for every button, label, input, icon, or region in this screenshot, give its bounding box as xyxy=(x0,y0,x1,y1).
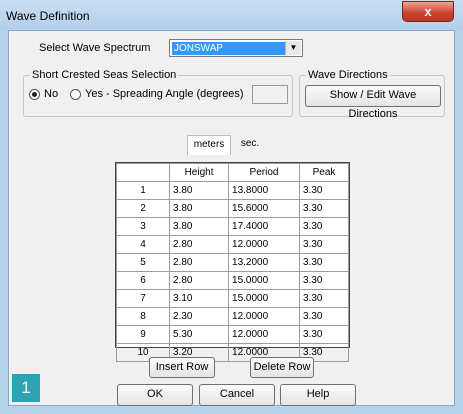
row-number-cell: 3 xyxy=(116,217,170,236)
height-cell[interactable]: 2.30 xyxy=(168,307,230,326)
ok-button[interactable]: OK xyxy=(117,384,193,406)
peak-cell[interactable]: 3.30 xyxy=(298,271,350,290)
row-number-cell: 9 xyxy=(116,325,170,344)
table-row[interactable]: 5 2.80 13.2000 3.30 xyxy=(116,253,350,272)
row-number-cell: 8 xyxy=(116,307,170,326)
peak-cell[interactable]: 3.30 xyxy=(298,253,350,272)
table-row[interactable]: 7 3.10 15.0000 3.30 xyxy=(116,289,350,308)
close-button[interactable]: x xyxy=(402,1,454,22)
table-row[interactable]: 2 3.80 15.6000 3.30 xyxy=(116,199,350,218)
window-title: Wave Definition xyxy=(6,9,90,23)
peak-cell[interactable]: 3.30 xyxy=(298,325,350,344)
period-cell[interactable]: 17.4000 xyxy=(228,217,300,236)
step-badge: 1 xyxy=(12,374,40,402)
wave-table: Height Period Peak 1 3.80 13.8000 3.30 2 3.80… xyxy=(115,162,350,362)
spectrum-value: JONSWAP xyxy=(172,42,288,55)
header-period[interactable]: Period xyxy=(228,163,300,182)
radio-yes[interactable] xyxy=(70,89,81,100)
peak-cell[interactable]: 3.30 xyxy=(298,217,350,236)
title-bar[interactable]: Wave Definition x xyxy=(0,0,463,30)
peak-cell[interactable]: 3.30 xyxy=(298,199,350,218)
header-peak[interactable]: Peak xyxy=(298,163,350,182)
period-cell[interactable]: 15.0000 xyxy=(228,271,300,290)
wave-directions-caption: Wave Directions xyxy=(306,69,390,81)
delete-row-button[interactable]: Delete Row xyxy=(250,357,314,378)
radio-no[interactable] xyxy=(29,89,40,100)
row-number-cell: 4 xyxy=(116,235,170,254)
spectrum-select[interactable]: JONSWAP ▼ xyxy=(169,39,303,57)
period-cell[interactable]: 15.0000 xyxy=(228,289,300,308)
peak-cell[interactable]: 3.30 xyxy=(298,307,350,326)
cancel-button[interactable]: Cancel xyxy=(199,384,275,406)
wave-directions-group: Wave Directions Show / Edit Wave Directi… xyxy=(299,69,445,120)
header-row-number xyxy=(116,163,170,182)
height-cell[interactable]: 2.80 xyxy=(168,253,230,272)
insert-row-button[interactable]: Insert Row xyxy=(149,357,215,378)
height-cell[interactable]: 2.80 xyxy=(168,271,230,290)
height-cell[interactable]: 5.30 xyxy=(168,325,230,344)
period-cell[interactable]: 12.0000 xyxy=(228,235,300,254)
show-edit-wave-directions-button[interactable]: Show / Edit Wave Directions xyxy=(305,85,441,120)
short-crested-caption: Short Crested Seas Selection xyxy=(30,69,179,81)
short-crested-group: Short Crested Seas Selection No Yes - Sp… xyxy=(23,69,293,117)
period-cell[interactable]: 12.0000 xyxy=(228,307,300,326)
period-cell[interactable]: 13.2000 xyxy=(228,253,300,272)
header-height[interactable]: Height xyxy=(168,163,230,182)
height-cell[interactable]: 3.80 xyxy=(168,199,230,218)
peak-cell[interactable]: 3.30 xyxy=(298,181,350,200)
row-number-cell: 2 xyxy=(116,199,170,218)
spectrum-label: Select Wave Spectrum xyxy=(39,42,151,54)
row-number-cell: 5 xyxy=(116,253,170,272)
table-row[interactable]: 6 2.80 15.0000 3.30 xyxy=(116,271,350,290)
radio-no-label: No xyxy=(44,88,59,100)
help-button[interactable]: Help xyxy=(280,384,356,406)
peak-cell[interactable]: 3.30 xyxy=(298,289,350,308)
table-row[interactable]: 8 2.30 12.0000 3.30 xyxy=(116,307,350,326)
chevron-down-icon[interactable]: ▼ xyxy=(285,41,301,55)
period-cell[interactable]: 12.0000 xyxy=(228,325,300,344)
period-cell[interactable]: 15.6000 xyxy=(228,199,300,218)
row-number-cell: 7 xyxy=(116,289,170,308)
table-row[interactable]: 4 2.80 12.0000 3.30 xyxy=(116,235,350,254)
radio-yes-label: Yes - Spreading Angle (degrees) xyxy=(85,88,244,100)
height-cell[interactable]: 3.80 xyxy=(168,217,230,236)
table-row[interactable]: 9 5.30 12.0000 3.30 xyxy=(116,325,350,344)
tab-sec[interactable]: sec. xyxy=(235,135,265,155)
spreading-angle-input[interactable] xyxy=(252,85,288,104)
table-row[interactable]: 1 3.80 13.8000 3.30 xyxy=(116,181,350,200)
height-cell[interactable]: 3.10 xyxy=(168,289,230,308)
row-number-cell: 1 xyxy=(116,181,170,200)
height-cell[interactable]: 3.80 xyxy=(168,181,230,200)
peak-cell[interactable]: 3.30 xyxy=(298,235,350,254)
period-cell[interactable]: 13.8000 xyxy=(228,181,300,200)
tab-meters[interactable]: meters xyxy=(187,135,231,155)
row-number-cell: 6 xyxy=(116,271,170,290)
table-header-row: Height Period Peak xyxy=(116,163,350,182)
height-cell[interactable]: 2.80 xyxy=(168,235,230,254)
table-row[interactable]: 3 3.80 17.4000 3.30 xyxy=(116,217,350,236)
